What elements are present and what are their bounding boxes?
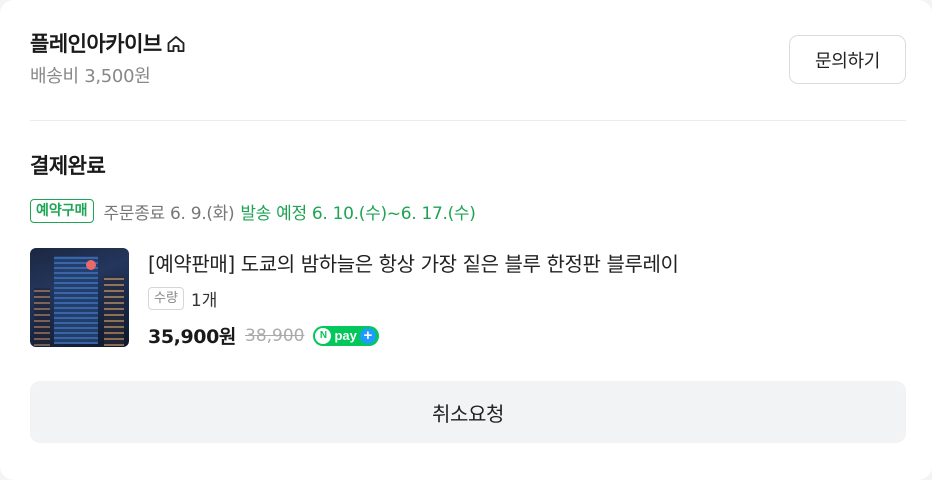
plus-icon: +: [359, 327, 376, 344]
original-price: 38,900: [245, 325, 305, 346]
price-row: 35,900원 38,900 N pay +: [148, 322, 379, 349]
inquiry-button[interactable]: 문의하기: [789, 35, 906, 84]
order-schedule-row: 예약구매 주문종료 6. 9.(화) 발송 예정 6. 10.(수)~6. 17…: [30, 197, 476, 225]
product-name[interactable]: [예약판매] 도쿄의 밤하늘은 항상 가장 짙은 블루 한정판 블루레이: [148, 248, 679, 277]
sale-price: 35,900원: [148, 326, 236, 348]
order-status-title: 결제완료: [30, 154, 106, 178]
thumbnail-moon: [86, 260, 96, 270]
order-end-date: 주문종료 6. 9.(화): [103, 203, 235, 224]
shipping-fee: 배송비 3,500원: [30, 66, 151, 87]
npay-plus-badge: N pay +: [313, 325, 379, 346]
store-name-label[interactable]: 플레인아카이브: [30, 28, 162, 58]
store-name[interactable]: 플레인아카이브: [30, 28, 186, 58]
thumbnail-building-right: [104, 276, 124, 346]
quantity-label: 수량: [148, 287, 184, 310]
npay-n-icon: N: [315, 327, 332, 344]
quantity-row: 수량 1개: [148, 286, 217, 311]
cancel-request-button[interactable]: 취소요청: [30, 381, 906, 443]
npay-text: pay: [334, 328, 357, 343]
divider: [30, 120, 906, 121]
quantity-value: 1개: [190, 291, 218, 311]
order-card: 플레인아카이브 배송비 3,500원 문의하기 결제완료 예약구매 주문종료 6…: [0, 0, 932, 480]
preorder-badge: 예약구매: [30, 199, 94, 223]
home-icon[interactable]: [166, 34, 186, 54]
thumbnail-building-left: [34, 288, 50, 346]
product-thumbnail[interactable]: [30, 248, 129, 347]
shipping-schedule: 발송 예정 6. 10.(수)~6. 17.(수): [240, 203, 476, 224]
